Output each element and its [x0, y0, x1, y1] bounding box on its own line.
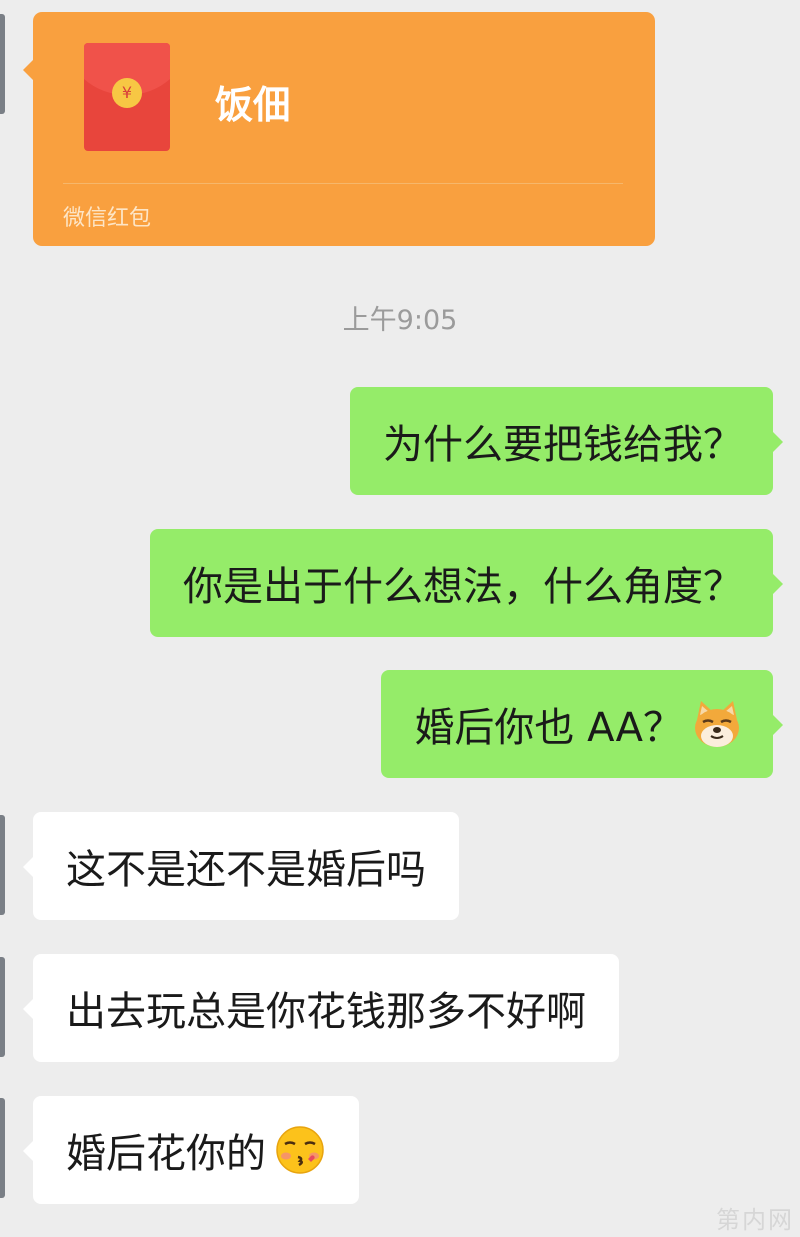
divider	[63, 183, 623, 184]
message-text: 你是出于什么想法，什么角度？	[183, 564, 743, 610]
kissing-face-emoji-icon	[276, 1126, 324, 1174]
red-packet-label: 微信红包	[63, 206, 152, 231]
received-message-bubble[interactable]: 出去玩总是你花钱那多不好啊	[23, 954, 619, 1062]
received-message-bubble[interactable]: 婚后花你的	[23, 1096, 359, 1204]
red-packet-title: 饭佃	[215, 83, 292, 127]
sent-message-bubble[interactable]: 婚后你也 AA？	[381, 670, 783, 778]
sender-avatar-edge[interactable]	[0, 815, 5, 915]
red-packet-card[interactable]: ¥ 饭佃 微信红包	[23, 12, 655, 246]
message-timestamp: 上午9:05	[342, 305, 458, 336]
message-text: 婚后你也 AA？	[414, 705, 683, 751]
doge-emoji-icon	[695, 701, 739, 747]
message-text: 为什么要把钱给我？	[383, 422, 743, 468]
message-text: 出去玩总是你花钱那多不好啊	[66, 989, 586, 1035]
coin-icon: ¥	[112, 78, 142, 108]
sent-message-bubble[interactable]: 为什么要把钱给我？	[350, 387, 783, 495]
message-text: 这不是还不是婚后吗	[66, 847, 426, 893]
sender-avatar-edge[interactable]	[0, 14, 5, 114]
sender-avatar-edge[interactable]	[0, 957, 5, 1057]
message-text: 婚后花你的	[66, 1131, 266, 1177]
sent-message-bubble[interactable]: 你是出于什么想法，什么角度？	[150, 529, 783, 637]
site-watermark: 第内网	[716, 1206, 794, 1234]
red-envelope-icon: ¥	[84, 43, 170, 151]
sender-avatar-edge[interactable]	[0, 1098, 5, 1198]
received-message-bubble[interactable]: 这不是还不是婚后吗	[23, 812, 459, 920]
